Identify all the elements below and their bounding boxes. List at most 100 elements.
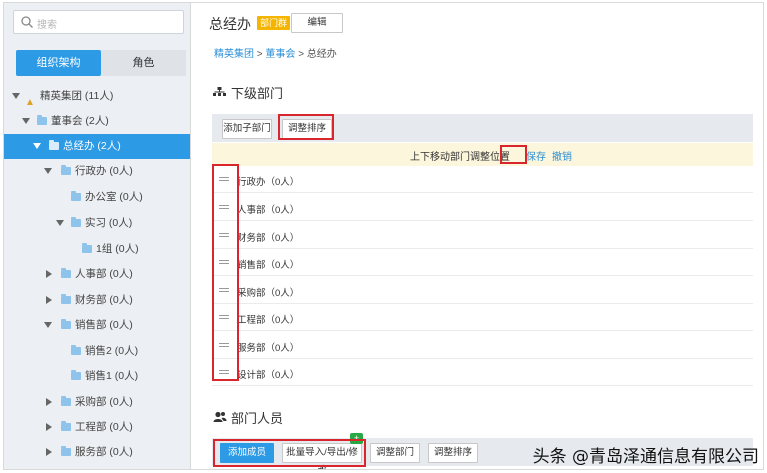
search-placeholder: 搜索 <box>37 20 57 31</box>
folder-icon <box>82 243 92 253</box>
list-item[interactable]: 财务部（0人） <box>212 222 753 249</box>
tree-item-label: 办公室 (0人) <box>85 191 143 203</box>
chevron-right-icon[interactable] <box>46 398 52 406</box>
drag-handle-icon[interactable] <box>219 205 229 209</box>
tab-org-structure[interactable]: 组织架构 <box>16 50 101 76</box>
drag-handle-icon[interactable] <box>219 315 229 319</box>
folder-icon <box>71 370 81 380</box>
breadcrumb-item[interactable]: 精英集团 <box>214 49 254 60</box>
drag-handle-icon[interactable] <box>219 177 229 181</box>
list-item[interactable]: 行政办（0人） <box>212 166 753 193</box>
tree-item-label: 采购部 (0人) <box>75 396 133 408</box>
tree-item-office[interactable]: 办公室 (0人) <box>4 185 190 210</box>
tree-item-engineering[interactable]: 工程部 (0人) <box>4 415 190 440</box>
tree-item-intern[interactable]: 实习 (0人) <box>4 211 190 236</box>
tree-item-label: 人事部 (0人) <box>75 268 133 280</box>
breadcrumb: 精英集团 > 董事会 > 总经办 <box>214 45 337 60</box>
tree-item-finance[interactable]: 财务部 (0人) <box>4 288 190 313</box>
tree-item-label: 实习 (0人) <box>85 217 133 229</box>
tree-item-label: 销售部 (0人) <box>75 319 133 331</box>
tree-item-label: 工程部 (0人) <box>75 421 133 433</box>
department-name: 人事部（0人） <box>237 205 300 216</box>
tree-item-service[interactable]: 服务部 (0人) <box>4 440 190 465</box>
save-link[interactable]: 保存 <box>526 148 546 163</box>
drag-handle-icon[interactable] <box>219 288 229 292</box>
folder-icon <box>61 421 71 431</box>
department-name: 财务部（0人） <box>237 233 300 244</box>
drag-handle-icon[interactable] <box>219 343 229 347</box>
chevron-right-icon[interactable] <box>46 296 52 304</box>
page-title: 总经办 <box>209 16 251 32</box>
section-title-text: 部门人员 <box>231 411 284 426</box>
tree-item-hr[interactable]: 人事部 (0人) <box>4 262 190 287</box>
sidebar: 搜索 组织架构 角色 ▲ 精英集团 (11人) 董事会 (2人) 总经办 (2人… <box>4 3 191 469</box>
department-name: 销售部（0人） <box>237 260 300 271</box>
list-item[interactable]: 人事部（0人） <box>212 194 753 221</box>
tree-item-label: 销售1 (0人) <box>85 370 139 382</box>
cancel-link[interactable]: 撤销 <box>552 148 572 163</box>
drag-handle-icon[interactable] <box>219 233 229 237</box>
drag-handle-icon[interactable] <box>219 260 229 264</box>
tree-item-sales2[interactable]: 销售2 (0人) <box>4 339 190 364</box>
reorder-hint-bar: 上下移动部门调整位置 保存 撤销 <box>212 143 753 166</box>
chevron-down-icon[interactable] <box>44 322 52 328</box>
add-sub-department-button[interactable]: 添加子部门 <box>222 119 272 139</box>
app-frame: 搜索 组织架构 角色 ▲ 精英集团 (11人) 董事会 (2人) 总经办 (2人… <box>3 2 764 470</box>
tree-item-label: 财务部 (0人) <box>75 294 133 306</box>
folder-icon <box>61 396 71 406</box>
chevron-down-icon[interactable] <box>12 93 20 99</box>
chevron-down-icon[interactable] <box>56 220 64 226</box>
chevron-down-icon[interactable] <box>44 168 52 174</box>
tree-item-sales[interactable]: 销售部 (0人) <box>4 313 190 338</box>
chevron-right-icon[interactable] <box>46 270 52 278</box>
list-item[interactable]: 销售部（0人） <box>212 249 753 276</box>
folder-icon <box>71 191 81 201</box>
department-name: 服务部（0人） <box>237 343 300 354</box>
department-name: 工程部（0人） <box>237 315 300 326</box>
tree-item-general-office[interactable]: 总经办 (2人) <box>4 134 190 159</box>
members-title: 部门人员 <box>213 408 283 427</box>
batch-import-export-button[interactable]: 批量导入/导出/修改 <box>282 443 362 469</box>
adjust-department-button[interactable]: 调整部门 <box>370 443 420 463</box>
tree-item-label: 总经办 (2人) <box>63 140 121 152</box>
add-member-button[interactable]: 添加成员 <box>220 443 274 463</box>
chevron-down-icon[interactable] <box>33 143 41 149</box>
tree-item-label: 行政办 (0人) <box>75 165 133 177</box>
tree-item-board[interactable]: 董事会 (2人) <box>4 109 190 134</box>
dept-group-badge[interactable]: 部门群 <box>257 16 291 30</box>
folder-icon <box>49 140 59 150</box>
list-item[interactable]: 采购部（0人） <box>212 277 753 304</box>
folder-icon <box>61 165 71 175</box>
tab-roles[interactable]: 角色 <box>101 50 186 76</box>
chevron-down-icon[interactable] <box>22 118 30 124</box>
tree-item-admin[interactable]: 行政办 (0人) <box>4 159 190 184</box>
search-icon <box>20 15 34 29</box>
drag-handle-icon[interactable] <box>219 370 229 374</box>
tree-item-group1[interactable]: 1组 (0人) <box>4 237 190 262</box>
search-input[interactable]: 搜索 <box>13 10 184 34</box>
tree-item-sales1[interactable]: 销售1 (0人) <box>4 364 190 389</box>
sub-departments-toolbar: 添加子部门 调整排序 <box>212 114 753 142</box>
folder-icon <box>37 115 47 125</box>
department-name: 采购部（0人） <box>237 288 300 299</box>
folder-icon <box>61 268 71 278</box>
adjust-order-button[interactable]: 调整排序 <box>282 119 332 139</box>
section-title-text: 下级部门 <box>231 86 284 101</box>
breadcrumb-item[interactable]: 董事会 <box>265 49 295 60</box>
folder-icon <box>71 345 81 355</box>
folder-icon <box>61 294 71 304</box>
folder-icon <box>61 319 71 329</box>
department-name: 设计部（0人） <box>237 370 300 381</box>
list-item[interactable]: 工程部（0人） <box>212 304 753 331</box>
edit-button[interactable]: 编辑 <box>291 13 343 33</box>
chevron-right-icon[interactable] <box>46 423 52 431</box>
tree-item-purchasing[interactable]: 采购部 (0人) <box>4 390 190 415</box>
breadcrumb-separator: > <box>298 49 307 60</box>
main-panel: 总经办 部门群 编辑 精英集团 > 董事会 > 总经办 下级部门 添加子部门 调… <box>192 3 763 469</box>
adjust-order-members-button[interactable]: 调整排序 <box>428 443 478 463</box>
tree-item-group[interactable]: ▲ 精英集团 (11人) <box>4 84 190 109</box>
tree-item-label: 1组 (0人) <box>96 243 139 255</box>
list-item[interactable]: 服务部（0人） <box>212 332 753 359</box>
chevron-right-icon[interactable] <box>46 448 52 456</box>
list-item[interactable]: 设计部（0人） <box>212 359 753 386</box>
